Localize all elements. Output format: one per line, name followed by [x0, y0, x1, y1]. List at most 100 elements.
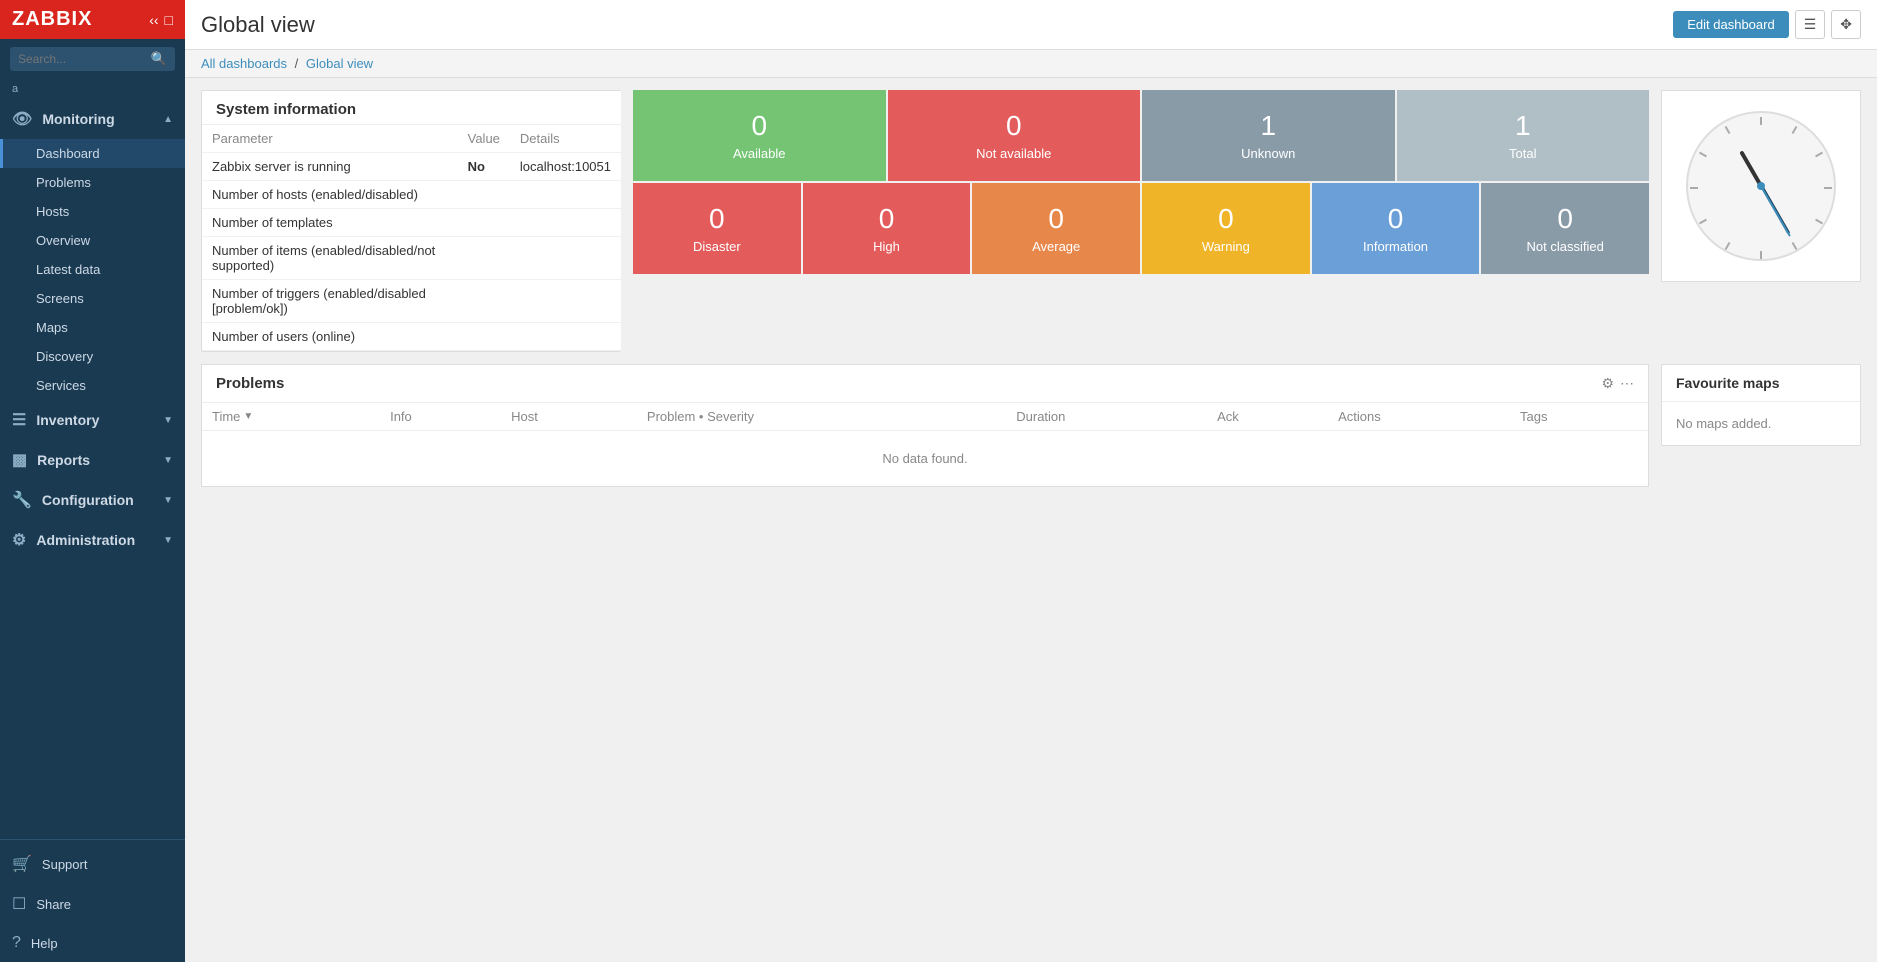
sidebar-item-problems[interactable]: Problems: [0, 168, 185, 197]
sidebar-item-screens[interactable]: Screens: [0, 284, 185, 313]
details-cell: [510, 237, 621, 280]
sidebar-item-support[interactable]: 🛒 Support: [0, 844, 185, 884]
dashboard-row-1: System information Parameter Value Detai…: [201, 90, 1861, 352]
problems-table: Time ▼ Info Host Problem • Severity Dura…: [202, 403, 1648, 486]
sidebar: ZABBIX ‹‹ □ 🔍 a 👁 Monitoring ▲ Dashboard…: [0, 0, 185, 962]
avail-warning-num: 0: [1218, 203, 1234, 235]
fullscreen-icon-button[interactable]: ✥: [1831, 10, 1861, 39]
avail-average-label: Average: [1032, 239, 1080, 254]
sort-arrow-icon: ▼: [243, 411, 253, 422]
avail-cell-disaster[interactable]: 0 Disaster: [633, 183, 801, 274]
col-value: Value: [458, 125, 510, 153]
param-cell: Number of templates: [202, 209, 458, 237]
nav-inventory-header[interactable]: ☰ Inventory ▼: [0, 400, 185, 440]
col-actions: Actions: [1328, 403, 1510, 431]
avail-unknown-label: Unknown: [1241, 146, 1295, 161]
sidebar-item-hosts[interactable]: Hosts: [0, 197, 185, 226]
nav-inventory-section: ☰ Inventory ▼: [0, 400, 185, 440]
system-info-title: System information: [202, 91, 621, 125]
param-cell: Zabbix server is running: [202, 153, 458, 181]
avail-cell-unknown[interactable]: 1 Unknown: [1142, 90, 1395, 181]
system-info-panel: System information Parameter Value Detai…: [201, 90, 621, 352]
details-cell: [510, 280, 621, 323]
nav-monitoring-section: 👁 Monitoring ▲ Dashboard Problems Hosts …: [0, 99, 185, 400]
problems-gear-icon[interactable]: ⚙: [1601, 375, 1614, 392]
collapse-icon[interactable]: ‹‹: [149, 12, 158, 28]
chevron-down-icon: ▼: [163, 415, 173, 426]
nav-configuration-header[interactable]: 🔧 Configuration ▼: [0, 480, 185, 520]
breadcrumb-current[interactable]: Global view: [306, 56, 373, 71]
sidebar-user: a: [0, 79, 185, 99]
page-title: Global view: [201, 12, 315, 38]
avail-cell-high[interactable]: 0 High: [803, 183, 971, 274]
sidebar-item-discovery[interactable]: Discovery: [0, 342, 185, 371]
nav-reports-section: ▩ Reports ▼: [0, 440, 185, 480]
breadcrumb-parent[interactable]: All dashboards: [201, 56, 287, 71]
value-cell: [458, 181, 510, 209]
logo-text: ZABBIX: [12, 8, 92, 31]
sidebar-item-latest-data[interactable]: Latest data: [0, 255, 185, 284]
sidebar-item-overview[interactable]: Overview: [0, 226, 185, 255]
nav-administration-header[interactable]: ⚙ Administration ▼: [0, 520, 185, 560]
nav-configuration-label: Configuration: [42, 492, 153, 508]
sidebar-item-services[interactable]: Services: [0, 371, 185, 400]
table-row: Number of templates: [202, 209, 621, 237]
param-cell: Number of triggers (enabled/disabled [pr…: [202, 280, 458, 323]
expand-icon[interactable]: □: [165, 12, 173, 28]
sidebar-logo: ZABBIX ‹‹ □: [0, 0, 185, 39]
avail-cell-average[interactable]: 0 Average: [972, 183, 1140, 274]
menu-icon-button[interactable]: ☰: [1795, 10, 1826, 39]
avail-high-num: 0: [879, 203, 895, 235]
help-label: Help: [31, 936, 58, 951]
sidebar-item-maps[interactable]: Maps: [0, 313, 185, 342]
table-row: No data found.: [202, 431, 1648, 487]
avail-nc-label: Not classified: [1527, 239, 1604, 254]
avail-info-label: Information: [1363, 239, 1428, 254]
col-time: Time ▼: [202, 403, 380, 431]
problems-panel: Problems ⚙ ⋯ Time ▼ Info Host: [201, 364, 1649, 487]
col-info: Info: [380, 403, 501, 431]
support-icon: 🛒: [12, 854, 32, 874]
sidebar-item-help[interactable]: ? Help: [0, 924, 185, 962]
sidebar-item-dashboard[interactable]: Dashboard: [0, 139, 185, 168]
sidebar-item-share[interactable]: ☐ Share: [0, 884, 185, 924]
avail-cell-warning[interactable]: 0 Warning: [1142, 183, 1310, 274]
avail-cell-information[interactable]: 0 Information: [1312, 183, 1480, 274]
col-host: Host: [501, 403, 637, 431]
problems-dots-icon[interactable]: ⋯: [1620, 375, 1634, 392]
details-cell: [510, 323, 621, 351]
nav-monitoring-label: Monitoring: [42, 111, 153, 127]
details-cell: [510, 181, 621, 209]
nav-reports-header[interactable]: ▩ Reports ▼: [0, 440, 185, 480]
avail-warning-label: Warning: [1202, 239, 1250, 254]
favourite-maps-panel: Favourite maps No maps added.: [1661, 364, 1861, 446]
avail-disaster-label: Disaster: [693, 239, 741, 254]
avail-cell-available[interactable]: 0 Available: [633, 90, 886, 181]
table-row: Number of items (enabled/disabled/not su…: [202, 237, 621, 280]
table-row: Number of hosts (enabled/disabled): [202, 181, 621, 209]
col-parameter: Parameter: [202, 125, 458, 153]
avail-info-num: 0: [1388, 203, 1404, 235]
avail-cell-not-classified[interactable]: 0 Not classified: [1481, 183, 1649, 274]
sidebar-search-area: 🔍: [0, 39, 185, 79]
clock-center-dot: [1757, 182, 1765, 190]
breadcrumb: All dashboards / Global view: [185, 50, 1877, 78]
chevron-down-icon2: ▼: [163, 455, 173, 466]
table-row: Number of triggers (enabled/disabled [pr…: [202, 280, 621, 323]
avail-cell-not-available[interactable]: 0 Not available: [888, 90, 1141, 181]
share-label: Share: [36, 897, 71, 912]
value-cell: [458, 323, 510, 351]
col-tags: Tags: [1510, 403, 1648, 431]
clock-second-hand: [1760, 186, 1791, 237]
share-icon: ☐: [12, 894, 26, 914]
nav-configuration-section: 🔧 Configuration ▼: [0, 480, 185, 520]
avail-unknown-num: 1: [1260, 110, 1276, 142]
avail-not-available-num: 0: [1006, 110, 1022, 142]
value-cell: [458, 237, 510, 280]
avail-cell-total[interactable]: 1 Total: [1397, 90, 1650, 181]
fav-maps-title: Favourite maps: [1662, 365, 1860, 402]
topbar: Global view Edit dashboard ☰ ✥: [185, 0, 1877, 50]
edit-dashboard-button[interactable]: Edit dashboard: [1673, 11, 1788, 38]
chevron-down-icon3: ▼: [163, 495, 173, 506]
nav-monitoring-header[interactable]: 👁 Monitoring ▲: [0, 99, 185, 139]
